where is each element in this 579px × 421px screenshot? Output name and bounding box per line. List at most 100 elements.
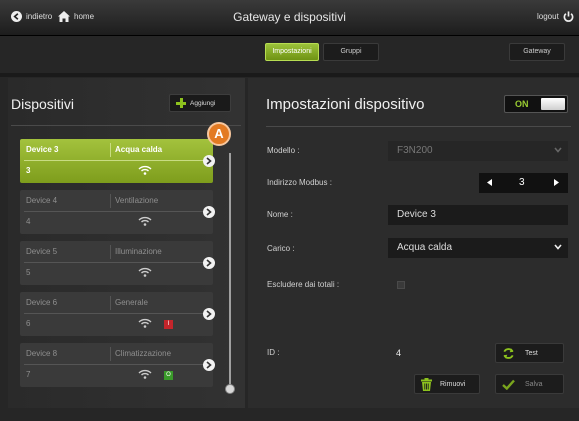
divider: [11, 125, 241, 126]
chevron-right-icon: [206, 361, 212, 369]
trash-icon: [421, 377, 432, 391]
divider: [0, 73, 579, 77]
carico-label: Carico :: [267, 244, 295, 253]
id-label: ID :: [267, 348, 280, 357]
logout-button[interactable]: logout: [537, 11, 574, 22]
wifi-icon: [138, 369, 152, 379]
callout-a: A: [207, 122, 231, 146]
divider: [24, 262, 209, 263]
test-button[interactable]: Test: [495, 343, 564, 363]
device-category: Climatizzazione: [115, 349, 172, 358]
divider: [110, 296, 111, 310]
plus-icon: [176, 98, 186, 108]
nome-label: Nome :: [267, 210, 293, 219]
salva-button[interactable]: Salva: [495, 374, 564, 394]
rimuovi-label: Rimuovi: [440, 380, 466, 388]
escludere-checkbox[interactable]: [397, 281, 405, 289]
test-label: Test: [525, 349, 538, 357]
chevron-down-icon: [554, 147, 562, 153]
device-card[interactable]: Device 5 Illuminazione 5: [20, 241, 213, 285]
carico-select[interactable]: Acqua calda: [388, 238, 568, 258]
wifi-icon: [138, 318, 152, 328]
device-id: 5: [26, 268, 31, 277]
device-card[interactable]: Device 3 Acqua calda 3: [20, 139, 213, 183]
device-arrow-button[interactable]: [203, 308, 215, 320]
tab-impostazioni[interactable]: Impostazioni: [265, 43, 319, 61]
modbus-value: 3: [519, 177, 525, 188]
footer-band: [0, 408, 579, 421]
tab-gruppi[interactable]: Gruppi: [323, 43, 379, 61]
chevron-down-icon: [554, 244, 562, 250]
divider: [266, 126, 571, 127]
scroll-knob[interactable]: [225, 384, 235, 394]
device-id: 7: [26, 370, 31, 379]
back-arrow-icon: [11, 11, 22, 22]
chevron-right-icon: [206, 310, 212, 318]
toggle-label: ON: [515, 99, 529, 109]
app-window: indietro home Gateway e dispositivi logo…: [0, 0, 579, 421]
device-name: Device 6: [26, 298, 58, 307]
device-arrow-button[interactable]: [203, 257, 215, 269]
device-settings-panel: Impostazioni dispositivo ON Modello : F3…: [248, 78, 579, 408]
tab-bar: Impostazioni Gruppi Gateway: [0, 37, 579, 71]
wifi-icon: [138, 216, 152, 226]
top-bar: indietro home Gateway e dispositivi logo…: [0, 0, 579, 36]
modbus-stepper[interactable]: 3: [479, 173, 568, 193]
home-button[interactable]: home: [58, 11, 94, 22]
divider: [110, 194, 111, 208]
divider: [24, 364, 209, 365]
nome-input[interactable]: Device 3: [388, 205, 568, 225]
device-category: Acqua calda: [115, 145, 163, 154]
status-badge: O: [164, 371, 173, 380]
device-arrow-button[interactable]: [203, 359, 215, 371]
device-arrow-button[interactable]: [203, 155, 215, 167]
home-label: home: [74, 12, 95, 21]
checkmark-icon: [502, 379, 515, 390]
divider: [110, 347, 111, 361]
device-category: Ventilazione: [115, 196, 159, 205]
device-arrow-button[interactable]: [203, 206, 215, 218]
power-icon: [563, 11, 574, 22]
divider: [110, 245, 111, 259]
devices-title: Dispositivi: [11, 96, 75, 112]
device-card[interactable]: Device 6 Generale 6 I: [20, 292, 213, 336]
scroll-track[interactable]: [229, 153, 231, 388]
device-name: Device 3: [26, 145, 59, 154]
device-card[interactable]: Device 8 Climatizzazione 7 O: [20, 343, 213, 387]
back-label: indietro: [26, 12, 53, 21]
logout-label: logout: [537, 12, 559, 21]
device-category: Generale: [115, 298, 148, 307]
id-value: 4: [396, 348, 402, 358]
toggle-knob: [541, 98, 565, 110]
salva-label: Salva: [525, 380, 543, 388]
wifi-icon: [138, 165, 152, 175]
chevron-right-icon: [206, 259, 212, 267]
tab-gateway[interactable]: Gateway: [509, 43, 565, 61]
chevron-right-icon: [206, 208, 212, 216]
divider: [24, 211, 209, 212]
modello-label: Modello :: [267, 146, 300, 155]
home-icon: [58, 11, 70, 22]
decrement-icon[interactable]: [487, 179, 493, 186]
escludere-label: Escludere dai totali :: [267, 280, 340, 289]
divider: [24, 313, 209, 314]
modello-select[interactable]: F3N200: [388, 141, 568, 161]
chevron-right-icon: [206, 157, 212, 165]
divider: [110, 143, 111, 157]
device-id: 3: [26, 166, 31, 175]
carico-value: Acqua calda: [397, 242, 453, 253]
increment-icon[interactable]: [554, 179, 560, 186]
back-button[interactable]: indietro: [11, 11, 52, 22]
on-off-toggle[interactable]: ON: [504, 95, 568, 113]
wifi-icon: [138, 267, 152, 277]
device-id: 6: [26, 319, 31, 328]
refresh-icon: [503, 347, 514, 359]
device-name: Device 8: [26, 349, 58, 358]
divider: [24, 160, 209, 161]
device-id: 4: [26, 217, 31, 226]
device-card[interactable]: Device 4 Ventilazione 4: [20, 190, 213, 234]
add-device-button[interactable]: Aggiungi: [169, 94, 231, 112]
device-name: Device 5: [26, 247, 58, 256]
rimuovi-button[interactable]: Rimuovi: [414, 374, 480, 394]
device-category: Illuminazione: [115, 247, 162, 256]
